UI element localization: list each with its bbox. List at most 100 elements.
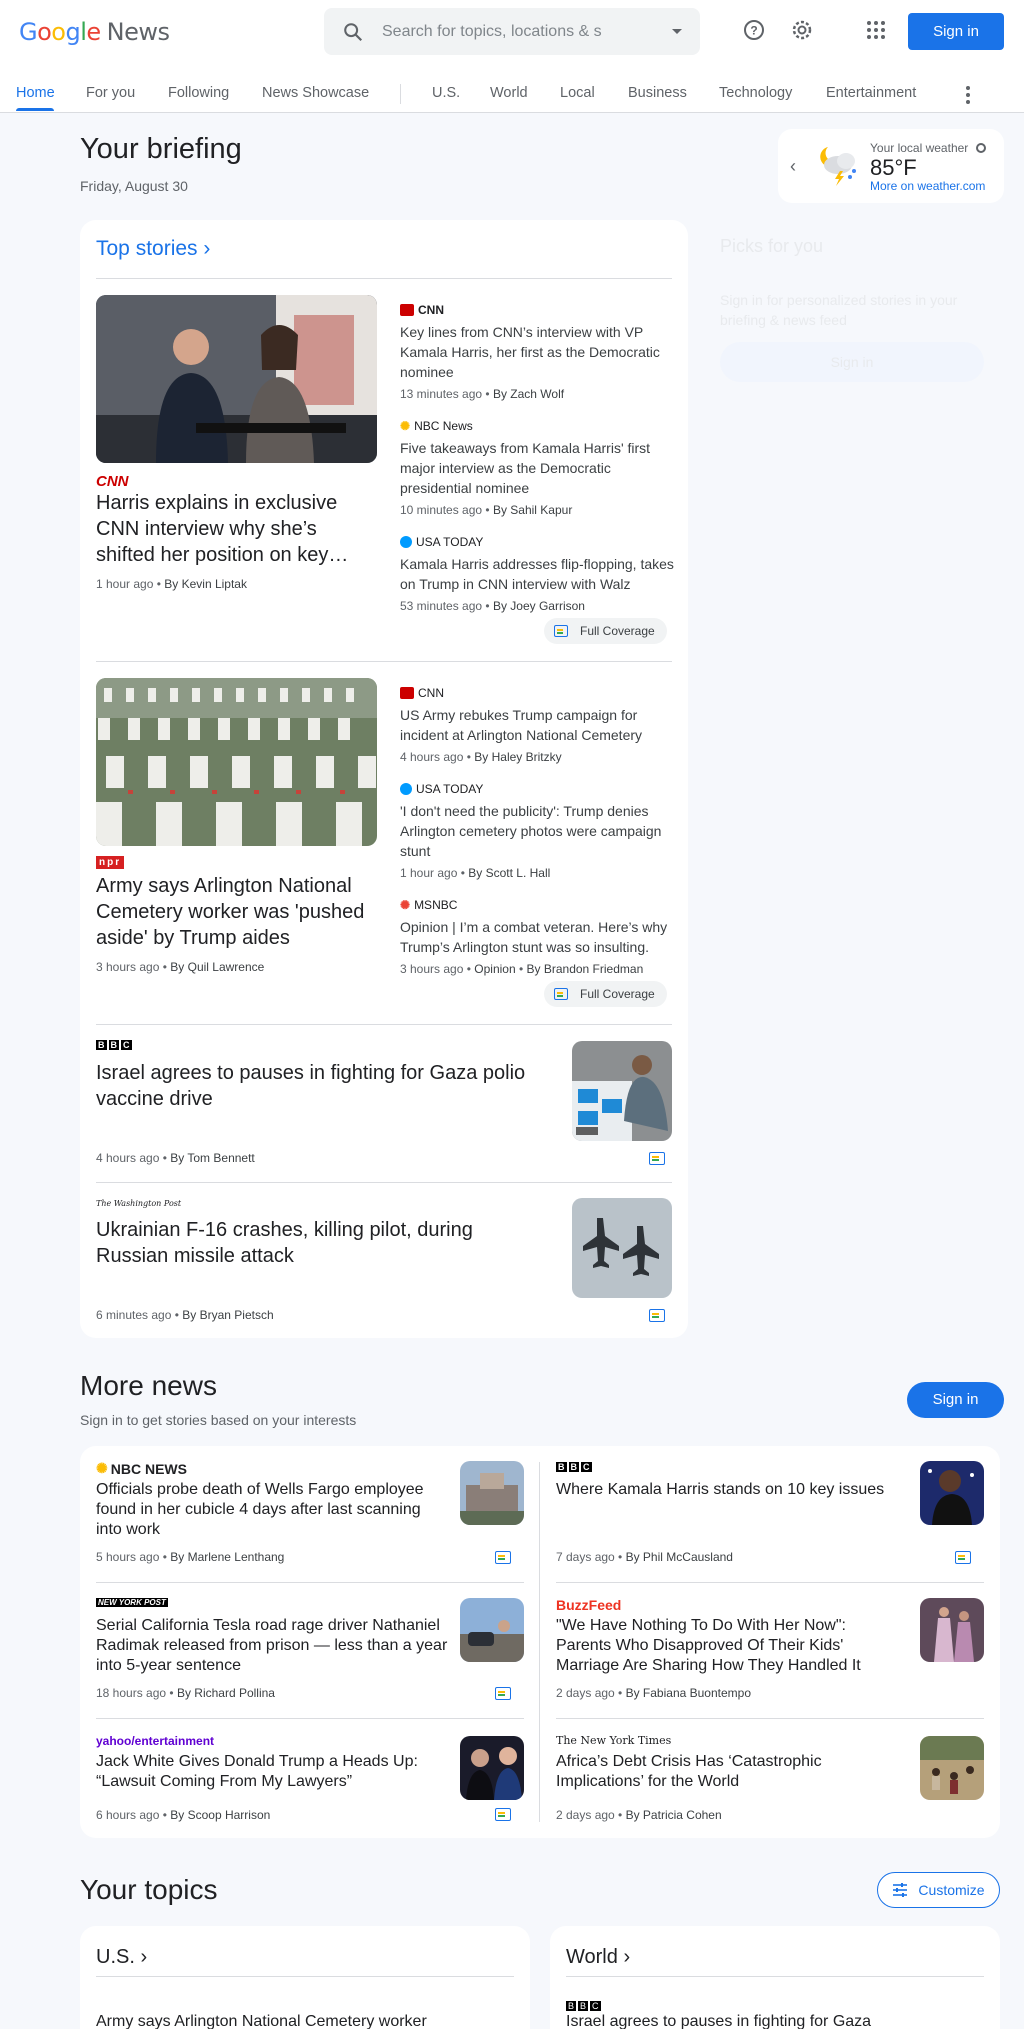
top-stories-card: Top stories › CNN Harris explains in exc…	[80, 220, 688, 1338]
related-story-title[interactable]: Key lines from CNN’s interview with VP K…	[400, 322, 676, 382]
header: Google News Search for topics, locations …	[0, 0, 1024, 113]
topic-card-us: U.S. › Army says Arlington National Ceme…	[80, 1926, 530, 2029]
column-divider	[539, 1462, 540, 1822]
tab-us[interactable]: U.S.	[432, 85, 460, 101]
more-news-story-title[interactable]: Africa’s Debt Crisis Has ‘Catastrophic I…	[556, 1752, 896, 1792]
divider	[96, 1976, 514, 1977]
story-title[interactable]: Israel agrees to pauses in fighting for …	[96, 1060, 536, 1112]
story-thumbnail[interactable]	[920, 1461, 984, 1525]
your-topics-title: Your topics	[80, 1874, 218, 1905]
source-row: CNN	[400, 686, 444, 700]
source-row: ✺ NBC News	[400, 419, 473, 433]
cnn-icon	[400, 304, 414, 316]
divider	[96, 1182, 672, 1183]
divider	[96, 1582, 524, 1583]
topic-heading[interactable]: World ›	[566, 1946, 630, 1969]
topic-link[interactable]: U.S.	[96, 1946, 135, 1968]
story-meta: 7 days ago • By Phil McCausland	[556, 1550, 733, 1564]
story-thumbnail[interactable]	[460, 1736, 524, 1800]
more-news-subtitle: Sign in to get stories based on your int…	[80, 1412, 357, 1428]
story-meta: 6 minutes ago • By Bryan Pietsch	[96, 1308, 274, 1322]
bbc-logo: BBC	[566, 2001, 601, 2011]
cnn-icon	[400, 687, 414, 699]
picks-text: Sign in for personalized stories in your…	[720, 292, 958, 328]
chevron-left-icon[interactable]: ‹	[790, 156, 796, 177]
story-thumbnail[interactable]	[460, 1598, 524, 1662]
divider	[96, 278, 672, 279]
story-meta: 1 hour ago • By Scott L. Hall	[400, 866, 551, 880]
customize-button[interactable]: Customize	[877, 1872, 1000, 1908]
tab-local[interactable]: Local	[560, 85, 595, 101]
settings-gear-icon[interactable]	[790, 18, 814, 42]
more-news-sign-in-button[interactable]: Sign in	[907, 1382, 1004, 1418]
tab-technology[interactable]: Technology	[719, 85, 792, 101]
full-coverage-icon[interactable]	[649, 1309, 665, 1322]
help-icon[interactable]: ?	[742, 18, 766, 42]
top-stories-link[interactable]: Top stories	[96, 237, 198, 260]
story-image-harris-interview[interactable]	[96, 295, 377, 463]
search-input[interactable]: Search for topics, locations & s	[382, 23, 602, 41]
story-thumbnail[interactable]	[920, 1598, 984, 1662]
more-news-story-title[interactable]: "We Have Nothing To Do With Her Now": Pa…	[556, 1616, 896, 1676]
related-story-title[interactable]: Opinion | I’m a combat veteran. Here’s w…	[400, 917, 676, 957]
story-meta: 53 minutes ago • By Joey Garrison	[400, 599, 585, 613]
story-image-arlington-cemetery[interactable]	[96, 678, 377, 846]
full-coverage-icon[interactable]	[495, 1551, 511, 1564]
tab-home[interactable]: Home	[16, 85, 55, 101]
search-box[interactable]: Search for topics, locations & s	[324, 8, 700, 55]
more-news-story-title[interactable]: Jack White Gives Donald Trump a Heads Up…	[96, 1752, 448, 1792]
related-story-title[interactable]: Kamala Harris addresses flip-flopping, t…	[400, 554, 676, 594]
story-title[interactable]: Ukrainian F-16 crashes, killing pilot, d…	[96, 1217, 536, 1269]
full-coverage-icon[interactable]	[649, 1152, 665, 1165]
story-title[interactable]: Army says Arlington National Cemetery wo…	[96, 873, 381, 951]
tab-world[interactable]: World	[490, 85, 528, 101]
search-dropdown-icon[interactable]	[672, 29, 682, 34]
full-coverage-icon[interactable]	[495, 1808, 511, 1821]
more-news-story-title[interactable]: Officials probe death of Wells Fargo emp…	[96, 1480, 446, 1540]
more-news-story-title[interactable]: Where Kamala Harris stands on 10 key iss…	[556, 1480, 896, 1500]
related-story-title[interactable]: 'I don't need the publicity': Trump deni…	[400, 801, 676, 861]
source-npr-logo: npr	[96, 856, 125, 869]
more-vert-icon[interactable]	[964, 84, 972, 106]
story-thumbnail[interactable]	[920, 1736, 984, 1800]
story-meta: 1 hour ago • By Kevin Liptak	[96, 577, 247, 591]
story-meta: 2 days ago • By Fabiana Buontempo	[556, 1686, 752, 1700]
story-thumbnail[interactable]	[460, 1461, 524, 1525]
weather-link[interactable]: More on weather.com	[870, 179, 985, 193]
full-coverage-button[interactable]: Full Coverage	[544, 618, 667, 644]
picks-sign-in-button[interactable]: Sign in	[720, 342, 984, 382]
apps-grid-icon[interactable]	[864, 18, 888, 42]
tab-entertainment[interactable]: Entertainment	[826, 85, 916, 101]
more-news-story-title[interactable]: Serial California Tesla road rage driver…	[96, 1616, 448, 1676]
story-image-f16[interactable]	[572, 1198, 672, 1298]
tab-news-showcase[interactable]: News Showcase	[262, 85, 369, 101]
tab-business[interactable]: Business	[628, 85, 687, 101]
source-bbc-logo: BBC	[566, 1996, 601, 2014]
source-row: ✺ MSNBC	[400, 898, 458, 912]
topic-link[interactable]: World	[566, 1946, 618, 1968]
google-news-logo[interactable]: Google News	[19, 18, 170, 46]
full-coverage-icon[interactable]	[955, 1551, 971, 1564]
story-meta: 3 hours ago • By Quil Lawrence	[96, 960, 265, 974]
topic-story-title[interactable]: Israel agrees to pauses in fighting for …	[566, 2013, 871, 2029]
related-story-title[interactable]: Five takeaways from Kamala Harris' first…	[400, 438, 676, 498]
top-stories-heading[interactable]: Top stories ›	[96, 237, 210, 261]
more-news-title: More news	[80, 1370, 217, 1401]
topic-story-title[interactable]: Army says Arlington National Cemetery wo…	[96, 2013, 427, 2029]
story-image-gaza-vaccine[interactable]	[572, 1041, 672, 1141]
related-story-title[interactable]: US Army rebukes Trump campaign for incid…	[400, 705, 676, 745]
chevron-right-icon: ›	[203, 237, 211, 260]
sign-in-button[interactable]: Sign in	[908, 13, 1004, 50]
tab-following[interactable]: Following	[168, 85, 229, 101]
divider	[556, 1582, 984, 1583]
source-bbc-logo: BBC	[96, 1040, 132, 1050]
search-icon	[344, 23, 363, 42]
full-coverage-icon[interactable]	[495, 1687, 511, 1700]
topic-heading[interactable]: U.S. ›	[96, 1946, 147, 1969]
tab-for-you[interactable]: For you	[86, 85, 135, 101]
source-bbc-logo: BBC	[556, 1462, 592, 1472]
story-meta: 13 minutes ago • By Zach Wolf	[400, 387, 565, 401]
story-title[interactable]: Harris explains in exclusive CNN intervi…	[96, 490, 366, 568]
full-coverage-button[interactable]: Full Coverage	[544, 981, 667, 1007]
weather-storm-moon-icon	[820, 147, 856, 186]
